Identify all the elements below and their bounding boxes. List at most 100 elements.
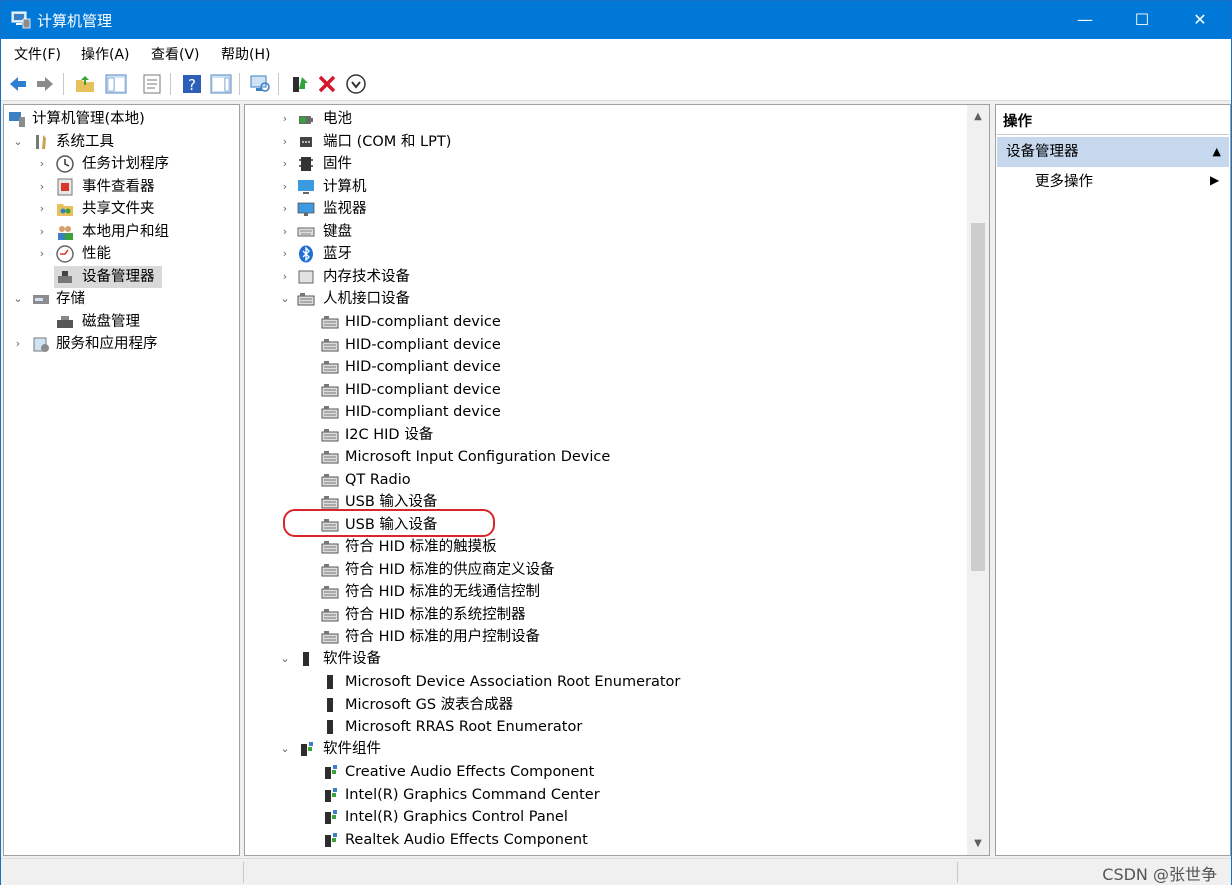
tree-label: 磁盘管理 <box>82 314 140 330</box>
chevron-right-icon[interactable]: › <box>279 266 291 288</box>
firmware-icon <box>299 157 313 171</box>
tree-label: 任务计划程序 <box>82 156 169 172</box>
device-tree-scrollbar[interactable]: ▲ ▼ <box>967 105 989 855</box>
toolbar: ? <box>1 67 1231 101</box>
menu-view[interactable]: 查看(V) <box>151 44 200 64</box>
services-icon <box>33 337 49 352</box>
device-tree: › 电池 › 端口 (COM 和 LPT) › 固件 › 计算机 › 监视器 ›… <box>244 104 990 856</box>
forward-arrow-icon[interactable] <box>34 73 56 95</box>
chevron-right-icon[interactable]: › <box>12 333 24 355</box>
scan-hardware-icon[interactable] <box>249 73 271 95</box>
properties-icon[interactable] <box>141 73 163 95</box>
chevron-right-icon[interactable]: › <box>36 198 48 220</box>
hid-icon <box>321 563 339 576</box>
chevron-down-icon[interactable]: ⌄ <box>279 738 291 760</box>
actions-section-device-manager[interactable]: 设备管理器 ▲ <box>997 137 1229 167</box>
device-label: HID-compliant device <box>345 336 501 353</box>
close-button[interactable]: ✕ <box>1177 1 1223 39</box>
chevron-down-icon[interactable]: ⌄ <box>12 131 24 153</box>
chevron-right-icon[interactable]: › <box>36 153 48 175</box>
software-device-icon <box>327 697 333 712</box>
battery-icon <box>299 116 313 124</box>
storage-icon <box>33 295 49 304</box>
performance-icon <box>56 245 74 263</box>
chevron-down-icon[interactable]: ⌄ <box>12 288 24 310</box>
software-device-icon <box>327 675 333 689</box>
device-label: 监视器 <box>323 201 367 217</box>
show-action-pane-icon[interactable] <box>210 73 232 95</box>
update-driver-icon[interactable] <box>289 73 311 95</box>
tree-label: 计算机管理(本地) <box>32 111 145 127</box>
uninstall-device-icon[interactable] <box>316 73 338 95</box>
up-folder-icon[interactable] <box>74 73 96 95</box>
device-label: 符合 HID 标准的无线通信控制 <box>345 584 541 600</box>
device-label: I2C HID 设备 <box>345 426 434 443</box>
watermark-text: CSDN @张世争 <box>1102 865 1217 884</box>
device-label: 符合 HID 标准的用户控制设备 <box>345 629 541 645</box>
show-hide-tree-icon[interactable] <box>105 73 127 95</box>
tree-label: 存储 <box>56 291 85 307</box>
device-label: QT Radio <box>345 471 411 488</box>
chevron-right-icon[interactable]: › <box>36 243 48 265</box>
monitor-icon <box>297 202 315 216</box>
device-label: 内存技术设备 <box>323 269 410 285</box>
maximize-button[interactable]: ☐ <box>1119 1 1165 39</box>
device-label: HID-compliant device <box>345 314 501 330</box>
collapse-arrow-icon[interactable]: ▲ <box>1213 137 1221 167</box>
chevron-down-icon[interactable]: ⌄ <box>279 288 291 310</box>
device-label: 端口 (COM 和 LPT) <box>323 134 452 150</box>
title-bar[interactable]: 计算机管理 — ☐ ✕ <box>1 1 1231 39</box>
device-label: 软件组件 <box>323 741 381 757</box>
hid-icon <box>321 541 339 554</box>
chevron-right-icon[interactable]: › <box>279 176 291 198</box>
chevron-right-icon[interactable]: › <box>279 221 291 243</box>
device-label: Intel(R) Graphics Control Panel <box>345 809 568 825</box>
menu-help[interactable]: 帮助(H) <box>221 44 270 64</box>
software-component-icon <box>325 765 337 779</box>
submenu-arrow-icon[interactable]: ▶ <box>1210 173 1219 187</box>
device-label: 固件 <box>323 156 352 172</box>
scroll-up-arrow-icon[interactable]: ▲ <box>967 107 989 127</box>
scroll-down-arrow-icon[interactable]: ▼ <box>967 834 989 854</box>
scrollbar-thumb[interactable] <box>971 223 985 571</box>
software-component-icon <box>325 810 337 824</box>
back-arrow-icon[interactable] <box>7 73 29 95</box>
hid-icon <box>321 631 339 644</box>
tree-item-device-manager[interactable]: 设备管理器 <box>54 266 162 288</box>
hid-icon <box>321 608 339 621</box>
hid-icon <box>321 451 339 464</box>
tree-label: 共享文件夹 <box>82 201 155 217</box>
tree-label: 事件查看器 <box>82 179 155 195</box>
computer-management-window: 计算机管理 — ☐ ✕ 文件(F) 操作(A) 查看(V) 帮助(H) ? 计算… <box>0 0 1232 885</box>
device-label: 符合 HID 标准的供应商定义设备 <box>345 561 555 578</box>
software-component-icon <box>301 742 313 756</box>
help-icon[interactable]: ? <box>181 73 203 95</box>
chevron-right-icon[interactable]: › <box>279 131 291 153</box>
disable-device-icon[interactable] <box>345 73 367 95</box>
device-label: Creative Audio Effects Component <box>345 764 595 780</box>
chevron-right-icon[interactable]: › <box>279 243 291 265</box>
chevron-right-icon[interactable]: › <box>279 153 291 175</box>
menu-action[interactable]: 操作(A) <box>81 44 130 64</box>
software-device-icon <box>303 652 309 666</box>
chevron-right-icon[interactable]: › <box>36 221 48 243</box>
memory-card-icon <box>298 270 314 284</box>
navigation-tree: 计算机管理(本地) ⌄ 系统工具 › 任务计划程序 › 事件查看器 › 共享文件… <box>3 104 240 856</box>
minimize-button[interactable]: — <box>1062 1 1108 39</box>
device-label: HID-compliant device <box>345 381 501 398</box>
device-label: 软件设备 <box>323 651 381 667</box>
svg-text:?: ? <box>188 76 196 94</box>
menu-file[interactable]: 文件(F) <box>14 44 61 64</box>
chevron-right-icon[interactable]: › <box>279 198 291 220</box>
chevron-right-icon[interactable]: › <box>279 108 291 130</box>
port-icon <box>300 137 312 147</box>
device-label: 计算机 <box>323 179 367 195</box>
chevron-right-icon[interactable]: › <box>36 176 48 198</box>
device-label: 符合 HID 标准的触摸板 <box>345 539 497 555</box>
chevron-down-icon[interactable]: ⌄ <box>279 648 291 670</box>
shared-folder-icon <box>57 204 73 216</box>
actions-section-label: 设备管理器 <box>1006 144 1079 160</box>
more-actions-item[interactable]: 更多操作 <box>1035 171 1093 193</box>
tree-label: 设备管理器 <box>82 269 155 285</box>
device-label: HID-compliant device <box>345 404 501 420</box>
